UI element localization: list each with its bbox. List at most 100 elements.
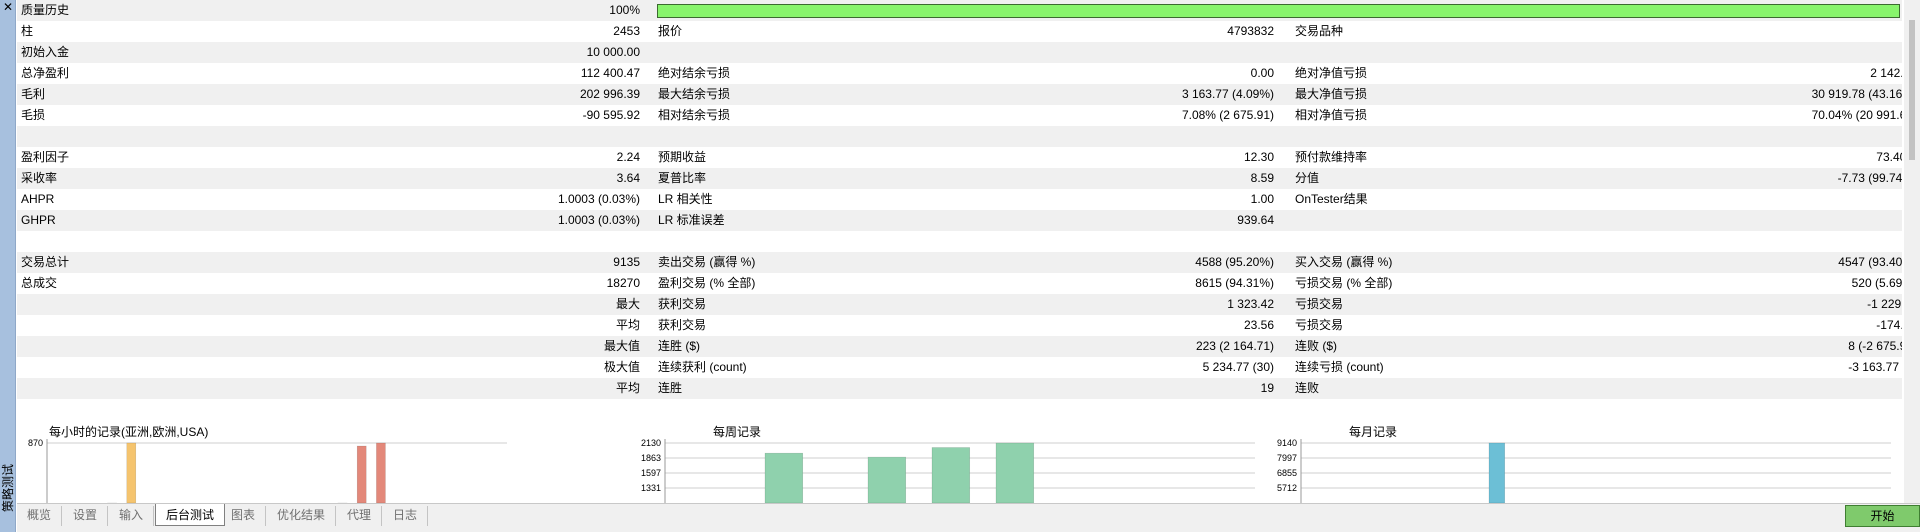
y-tick-label: 9140 <box>1277 438 1297 448</box>
report-value-v2: 5 234.77 (30) <box>1202 360 1274 374</box>
hourly-chart-svg: 870 <box>28 438 507 503</box>
report-label-l1: AHPR <box>21 192 55 206</box>
y-tick-label: 1597 <box>641 468 661 478</box>
tab-7[interactable]: 日志 <box>383 506 429 526</box>
report-label-l2: 预期收益 <box>658 150 707 164</box>
report-label-l3: 连败 <box>1295 381 1320 395</box>
y-tick-label: 6855 <box>1277 468 1297 478</box>
report-value-v3: 520 (5.69%) <box>1851 276 1902 290</box>
vertical-scrollbar[interactable] <box>1904 0 1920 503</box>
report-row <box>17 399 1902 420</box>
report-row: AHPR 1.0003 (0.03%) LR 相关性 1.00 OnTester结果 0 <box>17 189 1902 210</box>
chart-bar <box>356 445 367 503</box>
report-value-v3: 73.40% <box>1876 150 1902 164</box>
report-value-v1: 112 400.47 <box>580 66 640 80</box>
report-label-l3: 预付款维持率 <box>1295 150 1368 164</box>
report-value-v2: 8615 (94.31%) <box>1195 276 1274 290</box>
report-label-l2: 卖出交易 (赢得 %) <box>658 255 756 269</box>
report-label-l2: 盈利交易 (% 全部) <box>658 276 756 290</box>
report-value-v1: 2.24 <box>616 150 640 164</box>
report-value-v3 <box>1657 42 1902 63</box>
report-value-v2: 23.56 <box>1243 318 1274 332</box>
y-tick-label: 1331 <box>641 483 661 493</box>
report-value-v1: -90 595.92 <box>582 108 640 122</box>
backtest-report: 质量历史 100% 柱 2453 报价 4793832 交易品种 1 初始入金 10 000.00… <box>17 0 1902 503</box>
tab-2[interactable]: 输入 <box>109 506 155 526</box>
report-row: 毛利 202 996.39 最大结余亏损 3 163.77 (4.09%) 最大净值亏损… <box>17 84 1902 105</box>
report-label-l3: 亏损交易 <box>1295 318 1344 332</box>
report-label-l3: OnTester结果 <box>1295 192 1368 206</box>
report-value-v3: 2 142.29 <box>1870 66 1902 80</box>
start-button[interactable]: 开始 <box>1845 505 1920 527</box>
tab-0[interactable]: 概览 <box>17 506 63 526</box>
report-value-v1: 9135 <box>613 255 640 269</box>
report-label-l2: 获利交易 <box>658 318 707 332</box>
report-label-l1: 质量历史 <box>21 3 70 17</box>
y-tick-label: 5712 <box>1277 483 1297 493</box>
report-value-v1: 202 996.39 <box>579 87 640 101</box>
report-label-l2: LR 相关性 <box>658 192 713 206</box>
report-label-l3: 分值 <box>1295 171 1320 185</box>
report-label-l2: 绝对结余亏损 <box>658 66 731 80</box>
monthly-chart-svg: 9140 7997 6855 5712 <box>1277 438 1891 503</box>
report-value-v1: 极大值 <box>603 360 640 374</box>
chart-bar <box>126 442 137 503</box>
report-value-v1: 1.0003 (0.03%) <box>557 192 640 206</box>
report-row: 采收率 3.64 夏普比率 8.59 分值 -7.73 (99.74%) <box>17 168 1902 189</box>
report-value-v2 <box>1017 399 1274 420</box>
report-value-v2: 0.00 <box>1250 66 1274 80</box>
report-label-l1: 总净盈利 <box>21 66 70 80</box>
scrollbar-thumb[interactable] <box>1909 20 1915 160</box>
report-value-v3: -1 229.11 <box>1867 297 1902 311</box>
report-row: 初始入金 10 000.00 <box>17 42 1902 63</box>
report-value-v3: -174.22 <box>1876 318 1902 332</box>
report-value-v1: 10 000.00 <box>586 45 640 59</box>
tab-3[interactable]: 后台测试 <box>155 504 226 526</box>
y-tick-label: 1863 <box>641 453 661 463</box>
report-value-v1 <box>437 399 640 420</box>
monthly-chart: 每月记录 9140 7997 6855 5712 <box>1277 418 1901 503</box>
tab-4[interactable]: 图表 <box>221 506 267 526</box>
report-label-l2: 最大结余亏损 <box>658 87 731 101</box>
tab-5[interactable]: 优化结果 <box>267 506 337 526</box>
chart-bar <box>995 442 1035 503</box>
tab-6[interactable]: 代理 <box>337 506 383 526</box>
report-value-v2: 12.30 <box>1243 150 1274 164</box>
report-value-v2: 4793832 <box>1227 24 1274 38</box>
report-value-v2: 19 <box>1260 381 1274 395</box>
report-value-v1: 100% <box>609 3 640 17</box>
chart-bar <box>931 447 971 503</box>
report-row: 极大值 连续获利 (count) 5 234.77 (30) 连续亏损 (count)… <box>17 357 1902 378</box>
report-value-v3: 30 919.78 (43.16%) <box>1811 87 1902 101</box>
report-row: GHPR 1.0003 (0.03%) LR 标准误差 939.64 <box>17 210 1902 231</box>
report-label-l2: LR 标准误差 <box>658 213 725 227</box>
panel-vertical-title: 策略测试 <box>1 464 15 513</box>
report-value-v3: -7.73 (99.74%) <box>1837 171 1902 185</box>
tab-1[interactable]: 设置 <box>63 506 109 526</box>
report-value-v3: 70.04% (20 991.67) <box>1811 108 1902 122</box>
hourly-chart: 每小时的记录(亚洲,欧洲,USA) 870 <box>17 418 517 503</box>
report-value-v3: 0 <box>1657 189 1902 210</box>
close-icon[interactable]: ✕ <box>0 0 16 16</box>
report-row: 总成交 18270 盈利交易 (% 全部) 8615 (94.31%) 亏损交易 (% … <box>17 273 1902 294</box>
report-value-v1 <box>437 126 640 147</box>
report-value-v3 <box>1657 399 1902 420</box>
report-value-v3: 8 (-2 675.91) <box>1848 339 1902 353</box>
report-label-l3: 连败 ($) <box>1295 339 1338 353</box>
report-label-l3: 亏损交易 (% 全部) <box>1295 276 1393 290</box>
report-row: 柱 2453 报价 4793832 交易品种 1 <box>17 21 1902 42</box>
report-value-v1 <box>437 231 640 252</box>
report-label-l2: 连胜 ($) <box>658 339 701 353</box>
y-tick-label: 7997 <box>1277 453 1297 463</box>
report-label-l3: 连续亏损 (count) <box>1295 360 1384 374</box>
report-row: 毛损 -90 595.92 相对结余亏损 7.08% (2 675.91) 相对净值亏损… <box>17 105 1902 126</box>
report-label-l3: 相对净值亏损 <box>1295 108 1368 122</box>
report-value-v1: 1.0003 (0.03%) <box>557 213 640 227</box>
report-value-v2 <box>1017 231 1274 252</box>
report-value-v3 <box>1657 126 1902 147</box>
report-label-l1: GHPR <box>21 213 56 227</box>
report-value-v2: 1.00 <box>1250 192 1274 206</box>
report-label-l3: 绝对净值亏损 <box>1295 66 1368 80</box>
tester-tab-bar: 概览 设置 输入 后台测试 图表 优化结果 代理 日志 <box>17 503 1920 532</box>
report-row: 总净盈利 112 400.47 绝对结余亏损 0.00 绝对净值亏损 2 142.29 <box>17 63 1902 84</box>
